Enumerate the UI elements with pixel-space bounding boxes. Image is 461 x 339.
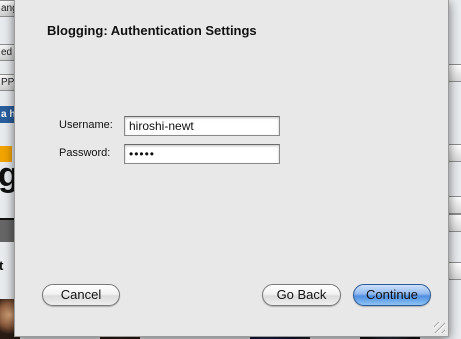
continue-button[interactable]: Continue: [353, 284, 431, 306]
password-field[interactable]: [124, 144, 280, 164]
password-label: Password:: [59, 147, 111, 159]
authentication-settings-sheet: Blogging: Authentication Settings Userna…: [14, 0, 449, 337]
username-label: Username:: [59, 119, 113, 131]
background-text-fragment: t: [0, 258, 4, 273]
sheet-title: Blogging: Authentication Settings: [47, 23, 257, 38]
cancel-button[interactable]: Cancel: [42, 284, 120, 306]
go-back-button[interactable]: Go Back: [262, 284, 341, 306]
username-field[interactable]: [124, 116, 280, 136]
resize-grip-icon[interactable]: [434, 322, 445, 333]
